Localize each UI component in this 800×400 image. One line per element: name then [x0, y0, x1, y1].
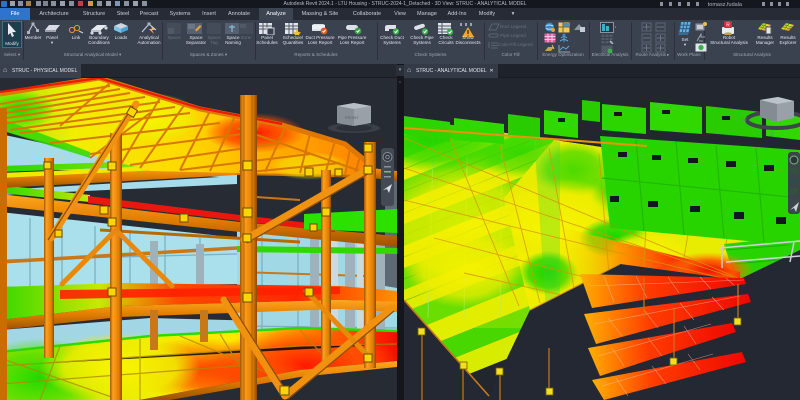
svg-text:W: W: [741, 118, 747, 124]
svg-text:R: R: [726, 23, 730, 29]
svg-text:S: S: [770, 132, 774, 138]
svg-text:FRONT: FRONT: [345, 115, 359, 120]
